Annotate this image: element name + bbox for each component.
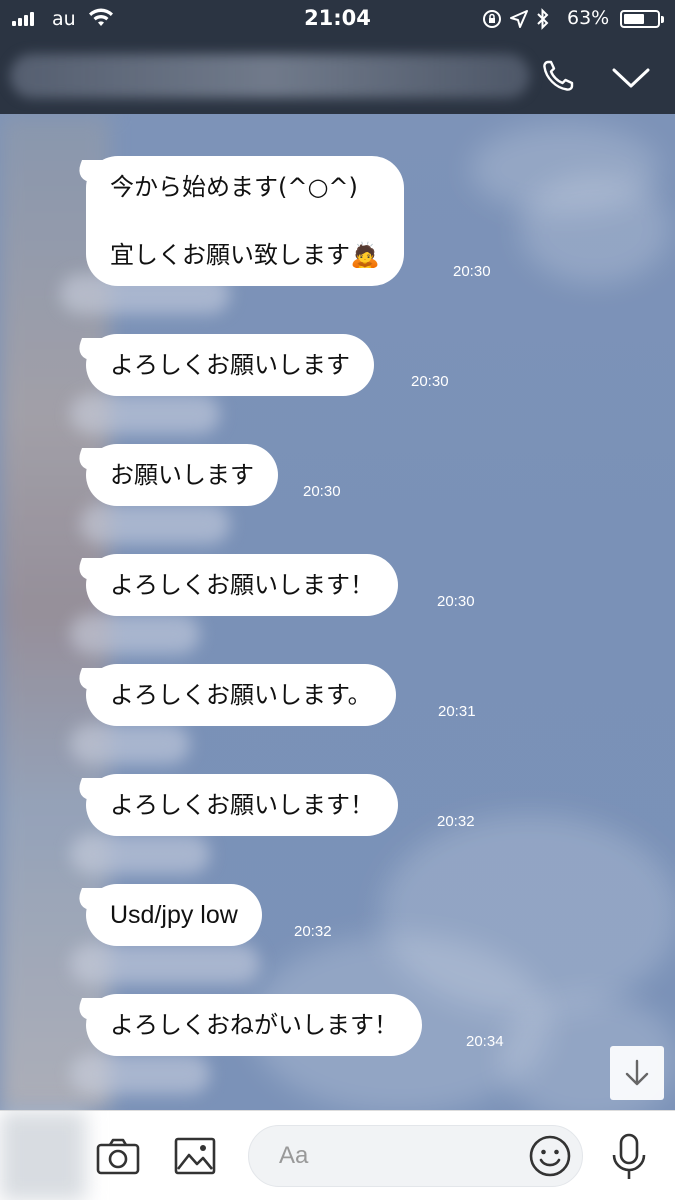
- microphone-icon[interactable]: [610, 1133, 648, 1185]
- list-item: よろしくお願いします！ 20:32: [86, 774, 475, 836]
- camera-icon[interactable]: [96, 1137, 140, 1179]
- location-icon: [510, 10, 528, 28]
- list-item: 今から始めます(^○^) 宜しくお願い致します🙇 20:30: [86, 156, 491, 286]
- message-bubble[interactable]: Usd/jpy low: [86, 884, 262, 946]
- message-bubble[interactable]: 今から始めます(^○^) 宜しくお願い致します🙇: [86, 156, 404, 286]
- message-bubble[interactable]: お願いします: [86, 444, 278, 506]
- message-time: 20:32: [294, 923, 332, 940]
- scroll-to-bottom-button[interactable]: [610, 1046, 664, 1100]
- orientation-lock-icon: [483, 10, 501, 28]
- message-bubble[interactable]: よろしくおねがいします！: [86, 994, 422, 1056]
- message-time: 20:30: [411, 373, 449, 390]
- list-item: Usd/jpy low 20:32: [86, 884, 332, 946]
- list-item: よろしくお願いします。 20:31: [86, 664, 476, 726]
- message-time: 20:34: [466, 1033, 504, 1050]
- message-time: 20:32: [437, 813, 475, 830]
- battery-percent: 63%: [567, 7, 610, 29]
- emoji-face-icon: [529, 1135, 571, 1177]
- message-bubble[interactable]: よろしくお願いします！: [86, 774, 398, 836]
- image-icon[interactable]: [174, 1137, 216, 1179]
- bluetooth-icon: [537, 8, 549, 30]
- message-bubble[interactable]: よろしくお願いします。: [86, 664, 396, 726]
- phone-icon[interactable]: [538, 56, 578, 96]
- more-button[interactable]: [0, 1111, 86, 1200]
- chat-header: [0, 38, 675, 114]
- emoji-button[interactable]: [528, 1134, 572, 1182]
- status-icons: [482, 8, 550, 30]
- message-bubble[interactable]: よろしくお願いします！: [86, 554, 398, 616]
- message-time: 20:30: [437, 593, 475, 610]
- list-item: よろしくお願いします 20:30: [86, 334, 449, 396]
- arrow-down-icon: [625, 1059, 649, 1086]
- list-item: よろしくお願いします！ 20:30: [86, 554, 475, 616]
- chat-area[interactable]: 今から始めます(^○^) 宜しくお願い致します🙇 20:30 よろしくお願いしま…: [0, 114, 675, 1110]
- message-bubble[interactable]: よろしくお願いします: [86, 334, 374, 396]
- contact-name[interactable]: [10, 54, 530, 98]
- battery-icon: [620, 10, 664, 28]
- list-item: よろしくおねがいします！ 20:34: [86, 994, 504, 1056]
- message-time: 20:30: [303, 483, 341, 500]
- message-input[interactable]: [279, 1138, 509, 1174]
- list-item: お願いします 20:30: [86, 444, 341, 506]
- input-bar: [0, 1110, 675, 1200]
- chevron-down-icon[interactable]: [610, 60, 652, 94]
- message-time: 20:30: [453, 263, 491, 280]
- message-time: 20:31: [438, 703, 476, 720]
- status-bar: au 21:04 63%: [0, 0, 675, 38]
